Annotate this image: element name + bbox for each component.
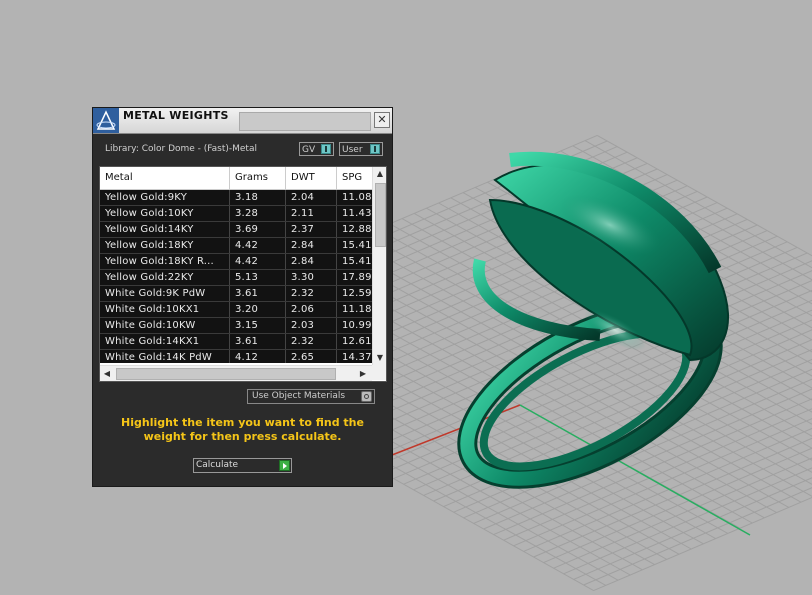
gv-toggle[interactable]: GV <box>299 142 334 156</box>
cell-spg: 11.43 <box>342 208 372 219</box>
table-row[interactable]: White Gold:10KX1 3.20 2.06 11.18 <box>100 302 372 318</box>
metal-weights-panel: METAL WEIGHTS ✕ Library: Color Dome - (F… <box>92 107 393 487</box>
scroll-corner <box>372 365 386 380</box>
table-row[interactable]: White Gold:9K PdW 3.61 2.32 12.59 <box>100 286 372 302</box>
vertical-scrollbar[interactable]: ▲ ▼ <box>372 167 386 365</box>
use-object-materials-toggle[interactable]: Use Object Materials <box>247 389 375 404</box>
library-label: Library: Color Dome - (Fast)-Metal <box>105 144 257 154</box>
cell-grams: 5.13 <box>230 270 286 285</box>
toggle-knob-icon <box>370 144 380 154</box>
cell-metal: Yellow Gold:22KY <box>100 270 230 285</box>
vertical-scroll-thumb[interactable] <box>375 183 386 247</box>
cell-metal: Yellow Gold:9KY <box>100 190 230 205</box>
close-icon[interactable]: ✕ <box>374 112 390 128</box>
cell-grams: 3.18 <box>230 190 286 205</box>
cell-spg: 15.41 <box>342 256 372 267</box>
radio-icon <box>361 391 372 402</box>
cell-grams: 3.61 <box>230 334 286 349</box>
panel-title: METAL WEIGHTS <box>123 109 229 122</box>
cell-grams: 3.20 <box>230 302 286 317</box>
horizontal-scroll-thumb[interactable] <box>116 368 336 380</box>
cell-dwt: 2.04 <box>286 190 337 205</box>
toggle-knob-icon <box>321 144 331 154</box>
cell-grams: 4.12 <box>230 350 286 363</box>
cell-metal: Yellow Gold:18KY <box>100 238 230 253</box>
cell-spg: 12.88 <box>342 224 372 235</box>
column-header-spg[interactable]: SPG <box>337 167 377 189</box>
cell-grams: 3.69 <box>230 222 286 237</box>
cell-grams: 3.15 <box>230 318 286 333</box>
user-toggle-label: User <box>342 145 363 155</box>
column-header-metal[interactable]: Metal <box>100 167 230 189</box>
table-row[interactable]: Yellow Gold:9KY 3.18 2.04 11.08 <box>100 190 372 206</box>
cell-metal: Yellow Gold:10KY <box>100 206 230 221</box>
table-row[interactable]: Yellow Gold:18KY R... 4.42 2.84 15.41 <box>100 254 372 270</box>
cell-dwt: 2.11 <box>286 206 337 221</box>
cell-dwt: 2.65 <box>286 350 337 363</box>
title-bar-filler <box>239 112 371 131</box>
cell-spg: 14.37 <box>342 352 372 363</box>
scroll-right-icon[interactable]: ▶ <box>356 366 370 381</box>
cell-spg: 15.41 <box>342 240 372 251</box>
cell-metal: White Gold:10KX1 <box>100 302 230 317</box>
cell-dwt: 2.32 <box>286 286 337 301</box>
scroll-down-icon[interactable]: ▼ <box>373 351 386 365</box>
table-row[interactable]: White Gold:14KX1 3.61 2.32 12.61 <box>100 334 372 350</box>
cell-dwt: 3.30 <box>286 270 337 285</box>
cell-metal: Yellow Gold:18KY R... <box>100 254 230 269</box>
cell-spg: 12.59 <box>342 288 372 299</box>
rhino-logo-icon <box>93 108 119 133</box>
calculate-button[interactable]: Calculate <box>193 458 292 473</box>
cell-dwt: 2.32 <box>286 334 337 349</box>
cell-dwt: 2.37 <box>286 222 337 237</box>
play-arrow-icon <box>279 460 290 471</box>
use-object-materials-label: Use Object Materials <box>252 391 346 401</box>
cell-metal: Yellow Gold:14KY <box>100 222 230 237</box>
cell-spg: 11.18 <box>342 304 372 315</box>
cell-grams: 3.61 <box>230 286 286 301</box>
cell-metal: White Gold:14K PdW <box>100 350 230 363</box>
horizontal-scrollbar[interactable]: ◀ ▶ <box>100 365 372 381</box>
scroll-left-icon[interactable]: ◀ <box>100 366 114 381</box>
calculate-label: Calculate <box>196 460 239 470</box>
cell-dwt: 2.84 <box>286 238 337 253</box>
table-row[interactable]: Yellow Gold:22KY 5.13 3.30 17.89 <box>100 270 372 286</box>
table-body: Yellow Gold:9KY 3.18 2.04 11.08 Yellow Gold:… <box>100 190 372 363</box>
column-header-grams[interactable]: Grams <box>230 167 286 189</box>
table-row[interactable]: White Gold:14K PdW 4.12 2.65 14.37 <box>100 350 372 363</box>
cell-metal: White Gold:9K PdW <box>100 286 230 301</box>
column-header-dwt[interactable]: DWT <box>286 167 337 189</box>
cell-dwt: 2.06 <box>286 302 337 317</box>
gv-toggle-label: GV <box>302 145 316 155</box>
table-row[interactable]: Yellow Gold:18KY 4.42 2.84 15.41 <box>100 238 372 254</box>
cell-dwt: 2.03 <box>286 318 337 333</box>
cell-spg: 12.61 <box>342 336 372 347</box>
user-toggle[interactable]: User <box>339 142 383 156</box>
cell-grams: 4.42 <box>230 254 286 269</box>
table-row[interactable]: Yellow Gold:14KY 3.69 2.37 12.88 <box>100 222 372 238</box>
cell-grams: 4.42 <box>230 238 286 253</box>
table-row[interactable]: Yellow Gold:10KY 3.28 2.11 11.43 <box>100 206 372 222</box>
cell-metal: White Gold:10KW <box>100 318 230 333</box>
cell-grams: 3.28 <box>230 206 286 221</box>
metal-table: Metal Grams DWT SPG Yellow Gold:9KY 3.18 2… <box>99 166 387 382</box>
panel-titlebar[interactable]: METAL WEIGHTS ✕ <box>93 108 392 134</box>
scroll-up-icon[interactable]: ▲ <box>373 167 386 181</box>
table-header: Metal Grams DWT SPG <box>100 167 372 190</box>
instruction-text: Highlight the item you want to find the … <box>121 416 364 443</box>
cell-spg: 17.89 <box>342 272 372 283</box>
cell-dwt: 2.84 <box>286 254 337 269</box>
cell-spg: 11.08 <box>342 192 372 203</box>
cell-spg: 10.99 <box>342 320 372 331</box>
table-row[interactable]: White Gold:10KW 3.15 2.03 10.99 <box>100 318 372 334</box>
cell-metal: White Gold:14KX1 <box>100 334 230 349</box>
